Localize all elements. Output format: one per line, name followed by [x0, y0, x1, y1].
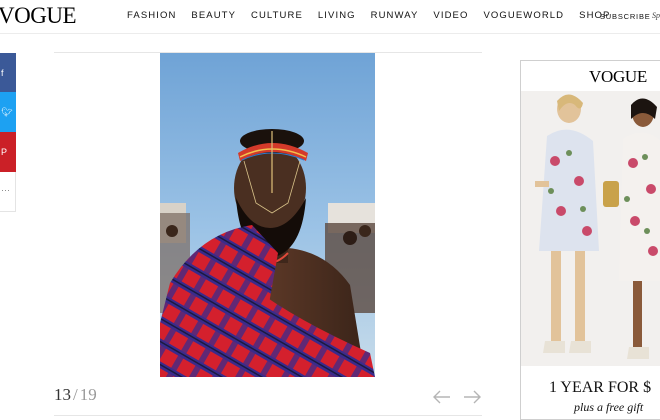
- share-more-button[interactable]: ⋯: [0, 172, 16, 212]
- share-twitter-button[interactable]: 🐦︎: [0, 92, 16, 132]
- site-header: VOGUE FASHION BEAUTY CULTURE LIVING RUNW…: [0, 0, 660, 34]
- twitter-icon: 🐦︎: [1, 107, 13, 117]
- ad-vogue-logo: VOGUE: [589, 67, 647, 86]
- next-slide-button[interactable]: [462, 387, 482, 407]
- slide-current: 13: [54, 385, 71, 404]
- nav-item-culture[interactable]: CULTURE: [251, 10, 303, 22]
- subscribe-link[interactable]: SUBSCRIBE: [600, 12, 651, 21]
- facebook-icon: f: [1, 68, 4, 78]
- slide-counter: 13/19: [54, 385, 97, 405]
- slideshow-bottom-rule: [54, 415, 482, 416]
- ad-cover-image: [521, 91, 660, 366]
- nav-item-video[interactable]: VIDEO: [433, 10, 468, 22]
- nav-item-beauty[interactable]: BEAUTY: [191, 10, 236, 22]
- arrow-left-icon: [433, 390, 450, 404]
- previous-slide-button[interactable]: [432, 387, 452, 407]
- subscribe-promo[interactable]: Sp: [652, 11, 660, 20]
- more-icon: ⋯: [1, 185, 10, 195]
- subscription-ad[interactable]: VOGUE 1 YEAR FOR $ plus a free gift: [520, 60, 660, 420]
- slide-total: 19: [79, 385, 97, 404]
- share-facebook-button[interactable]: f: [0, 53, 16, 92]
- slideshow-photo[interactable]: [160, 53, 375, 377]
- nav-item-living[interactable]: LIVING: [318, 10, 356, 22]
- slide-separator: /: [73, 385, 78, 404]
- share-pinterest-button[interactable]: P: [0, 132, 16, 172]
- arrow-right-icon: [464, 390, 481, 404]
- nav-item-vogueworld[interactable]: VOGUEWORLD: [483, 10, 564, 22]
- pinterest-icon: P: [1, 147, 8, 157]
- main-nav: FASHION BEAUTY CULTURE LIVING RUNWAY VID…: [127, 10, 625, 22]
- nav-item-runway[interactable]: RUNWAY: [371, 10, 419, 22]
- nav-item-fashion[interactable]: FASHION: [127, 10, 176, 22]
- ad-headline: 1 YEAR FOR $: [549, 379, 652, 396]
- ad-subline: plus a free gift: [574, 400, 644, 414]
- vogue-logo[interactable]: VOGUE: [0, 3, 77, 29]
